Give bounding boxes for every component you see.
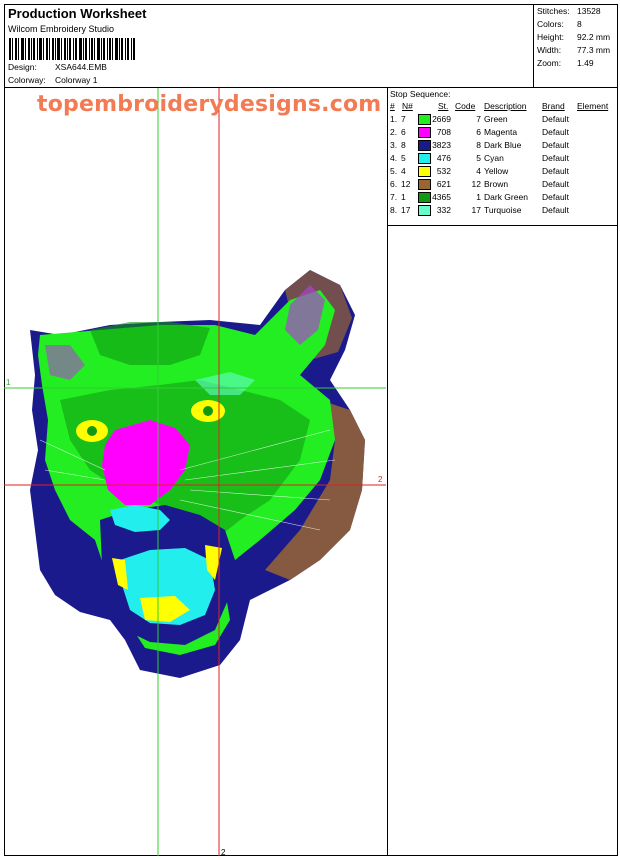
row-code: 5 bbox=[476, 153, 481, 163]
header-stitches: St. bbox=[438, 101, 449, 111]
row-stitch-count: 3823 bbox=[432, 140, 451, 150]
width-label: Width: bbox=[537, 45, 562, 55]
design-filename: XSA644.EMB bbox=[55, 62, 107, 72]
header-brand: Brand bbox=[542, 101, 565, 111]
stop-sequence-panel: Stop Sequence: # N# St. Code Description… bbox=[388, 88, 618, 226]
row-code: 12 bbox=[471, 179, 481, 189]
worksheet-header: Production Worksheet Wilcom Embroidery S… bbox=[4, 4, 534, 88]
colors-label: Colors: bbox=[537, 19, 564, 29]
row-number: 1. bbox=[390, 114, 398, 124]
zoom-value: 1.49 bbox=[577, 58, 594, 68]
colors-row: Colors: 8 bbox=[537, 19, 582, 29]
stitches-label: Stitches: bbox=[537, 6, 570, 16]
stitches-value: 13528 bbox=[577, 6, 601, 16]
barcode-image bbox=[9, 38, 135, 60]
row-brand: Default bbox=[542, 127, 569, 137]
row-brand: Default bbox=[542, 179, 569, 189]
design-row: Design: XSA644.EMB bbox=[8, 62, 107, 72]
stitches-row: Stitches: 13528 bbox=[537, 6, 601, 16]
header-element: Element bbox=[577, 101, 609, 111]
sequence-row: 3. 8 3823 8 Dark Blue Default bbox=[388, 140, 618, 153]
row-brand: Default bbox=[542, 114, 569, 124]
zoom-label: Zoom: bbox=[537, 58, 562, 68]
row-brand: Default bbox=[542, 140, 569, 150]
row-number: 8. bbox=[390, 205, 398, 215]
height-row: Height: 92.2 mm bbox=[537, 32, 610, 42]
header-code: Code bbox=[455, 101, 476, 111]
row-description: Green bbox=[484, 114, 508, 124]
row-code: 7 bbox=[476, 114, 481, 124]
row-code: 6 bbox=[476, 127, 481, 137]
page-title: Production Worksheet bbox=[8, 6, 147, 21]
row-description: Brown bbox=[484, 179, 509, 189]
colorway-value: Colorway 1 bbox=[55, 75, 98, 85]
row-stitch-count: 332 bbox=[436, 205, 451, 215]
sequence-row: 1. 7 2669 7 Green Default bbox=[388, 114, 618, 127]
sequence-row: 8. 17 332 17 Turquoise Default bbox=[388, 205, 618, 218]
zoom-row: Zoom: 1.49 bbox=[537, 58, 594, 68]
row-code: 4 bbox=[476, 166, 481, 176]
sequence-row: 2. 6 708 6 Magenta Default bbox=[388, 127, 618, 140]
sequence-row: 4. 5 476 5 Cyan Default bbox=[388, 153, 618, 166]
row-description: Magenta bbox=[484, 127, 518, 137]
row-needle: 4 bbox=[401, 166, 406, 176]
row-number: 2. bbox=[390, 127, 398, 137]
row-needle: 7 bbox=[401, 114, 406, 124]
watermark-text: topembroiderydesigns.com bbox=[37, 92, 382, 117]
row-needle: 1 bbox=[401, 192, 406, 202]
row-stitch-count: 2669 bbox=[432, 114, 451, 124]
row-stitch-count: 476 bbox=[436, 153, 451, 163]
row-code: 8 bbox=[476, 140, 481, 150]
header-num: # bbox=[390, 101, 395, 111]
row-number: 6. bbox=[390, 179, 398, 189]
row-brand: Default bbox=[542, 192, 569, 202]
row-brand: Default bbox=[542, 153, 569, 163]
row-needle: 8 bbox=[401, 140, 406, 150]
row-needle: 6 bbox=[401, 127, 406, 137]
row-number: 4. bbox=[390, 153, 398, 163]
design-label: Design: bbox=[8, 62, 37, 72]
colors-value: 8 bbox=[577, 19, 582, 29]
row-stitch-count: 4365 bbox=[432, 192, 451, 202]
row-description: Dark Green bbox=[484, 192, 528, 202]
design-preview-area bbox=[4, 88, 388, 856]
row-needle: 17 bbox=[401, 205, 411, 215]
colorway-label: Colorway: bbox=[8, 75, 46, 85]
row-brand: Default bbox=[542, 166, 569, 176]
height-value: 92.2 mm bbox=[577, 32, 611, 42]
sequence-row: 7. 1 4365 1 Dark Green Default bbox=[388, 192, 618, 205]
colorway-row: Colorway: Colorway 1 bbox=[8, 75, 98, 85]
guide-label-bottom: 2 bbox=[221, 848, 226, 857]
sequence-row: 6. 12 621 12 Brown Default bbox=[388, 179, 618, 192]
height-label: Height: bbox=[537, 32, 564, 42]
row-needle: 12 bbox=[401, 179, 411, 189]
row-description: Dark Blue bbox=[484, 140, 522, 150]
sequence-title: Stop Sequence: bbox=[390, 89, 451, 99]
row-stitch-count: 621 bbox=[436, 179, 451, 189]
row-needle: 5 bbox=[401, 153, 406, 163]
row-number: 5. bbox=[390, 166, 398, 176]
row-code: 1 bbox=[476, 192, 481, 202]
guide-label-2: 2 bbox=[378, 475, 383, 484]
row-code: 17 bbox=[471, 205, 481, 215]
stats-box: Stitches: 13528 Colors: 8 Height: 92.2 mm W… bbox=[534, 4, 618, 88]
header-description: Description bbox=[484, 101, 527, 111]
header-n: N# bbox=[402, 101, 413, 111]
row-description: Turquoise bbox=[484, 205, 522, 215]
software-name: Wilcom Embroidery Studio bbox=[8, 24, 115, 34]
row-stitch-count: 532 bbox=[436, 166, 451, 176]
row-description: Cyan bbox=[484, 153, 504, 163]
width-value: 77.3 mm bbox=[577, 45, 611, 55]
row-description: Yellow bbox=[484, 166, 509, 176]
row-number: 7. bbox=[390, 192, 398, 202]
row-brand: Default bbox=[542, 205, 569, 215]
row-stitch-count: 708 bbox=[436, 127, 451, 137]
row-number: 3. bbox=[390, 140, 398, 150]
guide-label-1: 1 bbox=[6, 378, 11, 387]
width-row: Width: 77.3 mm bbox=[537, 45, 610, 55]
sequence-row: 5. 4 532 4 Yellow Default bbox=[388, 166, 618, 179]
